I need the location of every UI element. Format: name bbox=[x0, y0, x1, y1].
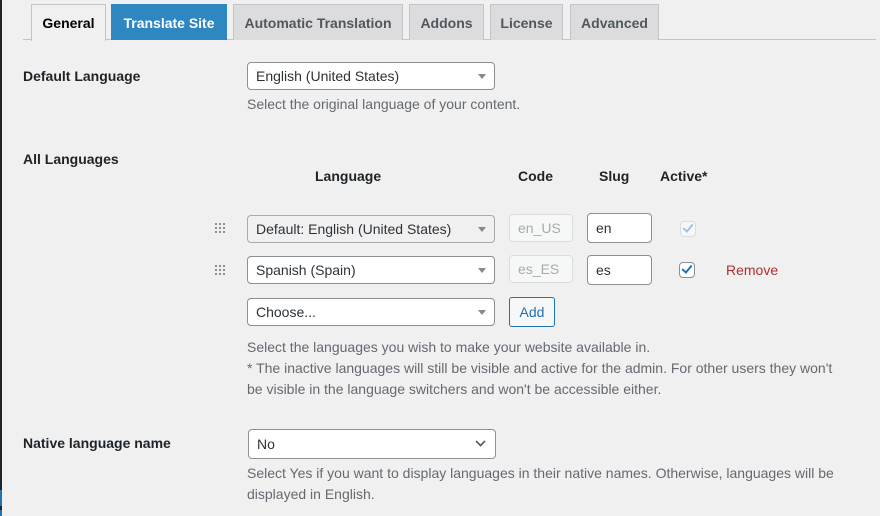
tab-general[interactable]: General bbox=[31, 4, 106, 41]
column-header-active: Active* bbox=[660, 168, 708, 184]
tab-advanced[interactable]: Advanced bbox=[570, 4, 659, 40]
active-checkbox-spanish[interactable] bbox=[679, 262, 695, 278]
inactive-languages-note: * The inactive languages will still be v… bbox=[247, 360, 833, 376]
drag-handle-icon[interactable] bbox=[215, 265, 225, 275]
tab-addons[interactable]: Addons bbox=[409, 4, 484, 40]
dropdown-arrow-icon bbox=[478, 268, 486, 273]
all-languages-label: All Languages bbox=[23, 151, 119, 167]
native-language-name-label: Native language name bbox=[23, 435, 171, 451]
native-language-description: Select Yes if you want to display langua… bbox=[247, 465, 834, 481]
language-value: Default: English (United States) bbox=[256, 221, 452, 237]
new-language-select[interactable]: Choose... bbox=[247, 298, 495, 326]
settings-tabs: General Translate Site Automatic Transla… bbox=[23, 4, 876, 41]
admin-sidebar-accent bbox=[0, 490, 2, 506]
language-select-spanish[interactable]: Spanish (Spain) bbox=[247, 256, 495, 284]
column-header-language: Language bbox=[315, 168, 382, 184]
drag-handle-icon[interactable] bbox=[215, 223, 225, 233]
language-value: Spanish (Spain) bbox=[256, 262, 356, 278]
default-language-value: English (United States) bbox=[256, 68, 400, 84]
language-code: en_US bbox=[509, 214, 573, 242]
chevron-down-icon bbox=[475, 436, 486, 447]
native-language-name-select[interactable]: No bbox=[248, 429, 496, 459]
default-language-select[interactable]: English (United States) bbox=[247, 62, 495, 90]
language-slug-input[interactable] bbox=[587, 213, 652, 243]
inactive-languages-note-cont: be visible in the language switchers and… bbox=[247, 381, 662, 397]
checkmark-icon bbox=[681, 262, 693, 274]
dropdown-arrow-icon bbox=[478, 74, 486, 79]
language-select-default: Default: English (United States) bbox=[247, 215, 495, 243]
column-header-code: Code bbox=[518, 168, 553, 184]
language-code: es_ES bbox=[509, 255, 573, 283]
active-checkbox-default bbox=[680, 221, 696, 237]
new-language-placeholder: Choose... bbox=[256, 304, 316, 320]
tab-translate-site[interactable]: Translate Site bbox=[111, 4, 227, 40]
admin-sidebar-accent bbox=[0, 510, 2, 516]
tab-automatic-translation[interactable]: Automatic Translation bbox=[233, 4, 403, 40]
dropdown-arrow-icon bbox=[478, 227, 486, 232]
all-languages-description: Select the languages you wish to make yo… bbox=[247, 339, 651, 355]
add-language-button[interactable]: Add bbox=[509, 297, 555, 327]
dropdown-arrow-icon bbox=[478, 310, 486, 315]
checkmark-icon bbox=[682, 221, 694, 233]
column-header-slug: Slug bbox=[599, 168, 630, 184]
default-language-label: Default Language bbox=[23, 68, 141, 84]
language-slug-input[interactable] bbox=[587, 255, 652, 285]
remove-language-link[interactable]: Remove bbox=[726, 262, 778, 278]
tab-license[interactable]: License bbox=[490, 4, 563, 40]
native-language-description-cont: displayed in English. bbox=[247, 486, 375, 502]
native-language-name-value: No bbox=[257, 436, 275, 452]
default-language-description: Select the original language of your con… bbox=[247, 96, 521, 112]
admin-sidebar-edge bbox=[0, 0, 2, 516]
